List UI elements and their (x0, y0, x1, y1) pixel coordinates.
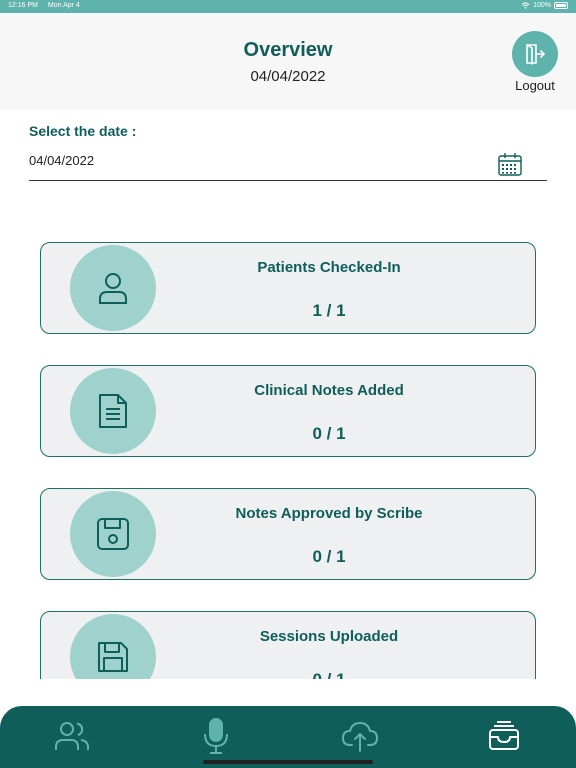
card-title: Clinical Notes Added (254, 382, 404, 399)
card-value: 0 / 1 (312, 424, 346, 443)
document-icon (99, 394, 127, 428)
tab-patients[interactable] (52, 716, 92, 756)
battery-percent: 100% (533, 2, 551, 9)
card-clinical-notes-added[interactable]: Clinical Notes Added 0 / 1 (40, 365, 536, 457)
card-sessions-uploaded[interactable]: Sessions Uploaded 0 / 1 (40, 611, 536, 679)
tab-record[interactable] (196, 716, 236, 756)
inbox-tray-icon (489, 721, 519, 750)
card-value: 0 / 1 (176, 670, 482, 679)
logout-label[interactable]: Logout (505, 78, 565, 93)
date-field[interactable]: 04/04/2022 (29, 145, 547, 181)
microphone-icon (204, 718, 228, 754)
card-title: Notes Approved by Scribe (235, 505, 423, 522)
card-icon-circle (70, 491, 156, 577)
card-title: Sessions Uploaded (259, 628, 399, 645)
save-disk-icon (97, 518, 129, 550)
card-icon-circle (70, 368, 156, 454)
page-title: Overview (243, 39, 333, 61)
card-value: 1 / 1 (312, 301, 346, 320)
cloud-upload-icon (342, 722, 378, 752)
home-indicator (203, 760, 373, 764)
card-title: Patients Checked-In (257, 259, 401, 276)
card-value: 0 / 1 (312, 547, 346, 566)
status-date: Mon Apr 4 (47, 2, 80, 9)
card-icon-circle (70, 245, 156, 331)
card-notes-approved-by-scribe[interactable]: Notes Approved by Scribe 0 / 1 (40, 488, 536, 580)
users-icon (55, 722, 89, 750)
wifi-icon (521, 2, 530, 9)
date-field-value[interactable]: 04/04/2022 (29, 153, 94, 168)
logout-door-icon (526, 44, 545, 65)
person-icon (99, 273, 127, 304)
header-date: 04/04/2022 (250, 68, 326, 85)
tab-bar (0, 706, 576, 768)
header: Overview 04/04/2022 Logout (0, 13, 576, 110)
calendar-icon[interactable] (497, 151, 523, 177)
stats-list[interactable]: Patients Checked-In 1 / 1 Clinical Notes… (0, 230, 576, 679)
select-date-label: Select the date : (29, 123, 137, 139)
status-bar: 12:16 PM Mon Apr 4 100% (0, 0, 576, 13)
card-patients-checked-in[interactable]: Patients Checked-In 1 / 1 (40, 242, 536, 334)
tab-upload[interactable] (340, 716, 380, 756)
floppy-icon (98, 642, 128, 672)
battery-icon (554, 2, 568, 9)
status-time: 12:16 PM (8, 2, 38, 9)
card-icon-circle (70, 614, 156, 679)
tab-overview[interactable] (484, 716, 524, 756)
logout-button[interactable] (512, 31, 558, 77)
